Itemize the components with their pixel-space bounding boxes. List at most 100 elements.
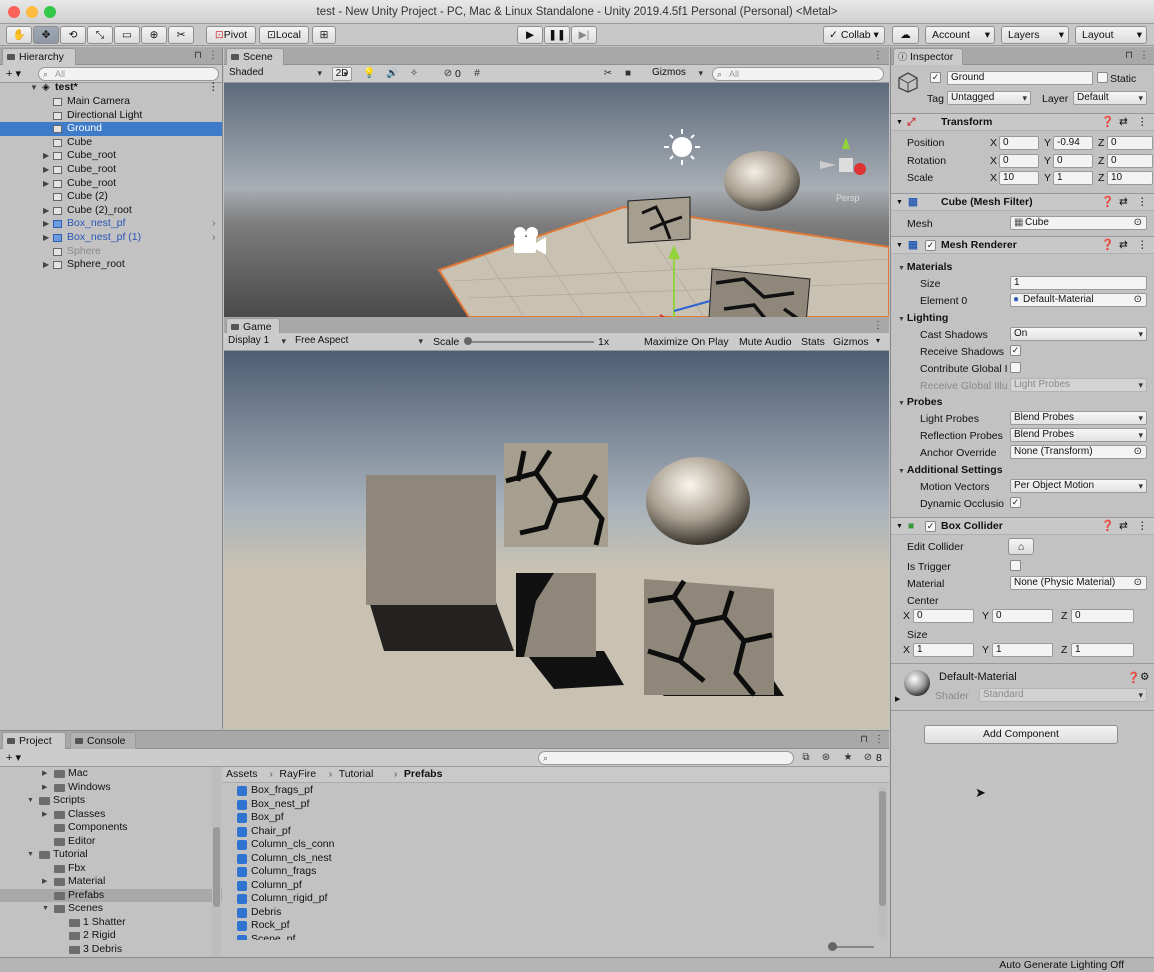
transform-tool-button[interactable]: ⊕ bbox=[141, 26, 167, 44]
position-y-field[interactable]: -0.94 bbox=[1053, 136, 1093, 150]
tree-scrollbar-thumb[interactable] bbox=[213, 827, 220, 907]
asset-item[interactable]: Box_frags_pf bbox=[222, 784, 872, 798]
folder-tree-item[interactable]: ▼ Scripts bbox=[0, 794, 222, 808]
lock-icon[interactable]: ⊓ bbox=[1123, 50, 1135, 62]
help-icon[interactable]: ❓ bbox=[1101, 194, 1114, 211]
box-collider-enabled-checkbox[interactable]: ✓ bbox=[925, 521, 936, 532]
folder-tree-item[interactable]: ▶ Material bbox=[0, 875, 222, 889]
breadcrumb-item[interactable]: RayFire bbox=[279, 768, 316, 780]
aspect-dropdown[interactable]: Free Aspect bbox=[292, 335, 426, 349]
size-y-field[interactable]: 1 bbox=[992, 643, 1053, 657]
lock-icon[interactable]: ⊓ bbox=[858, 734, 870, 746]
asset-item[interactable]: Chair_pf bbox=[222, 825, 872, 839]
cloud-button[interactable]: ☁ bbox=[892, 26, 919, 44]
asset-item[interactable]: Column_frags bbox=[222, 865, 872, 879]
expand-arrow-icon[interactable]: ▶ bbox=[43, 231, 49, 245]
help-icon[interactable]: ❓ bbox=[1101, 518, 1114, 535]
active-checkbox[interactable]: ✓ bbox=[930, 72, 941, 83]
folder-tree-item[interactable]: 2 Rigid bbox=[0, 929, 222, 943]
lock-icon[interactable]: ⊓ bbox=[192, 50, 204, 62]
more-options-icon[interactable]: ⋮ bbox=[208, 81, 219, 95]
expand-arrow-icon[interactable]: ▶ bbox=[43, 204, 49, 218]
pause-button[interactable]: ❚❚ bbox=[544, 26, 570, 44]
asset-item[interactable]: Column_cls_conn bbox=[222, 838, 872, 852]
rotation-x-field[interactable]: 0 bbox=[999, 153, 1039, 168]
preset-icon[interactable]: ⇄ bbox=[1119, 237, 1128, 254]
lighting-foldout[interactable]: Lighting bbox=[898, 312, 948, 324]
mesh-filter-header[interactable]: ▼ ▦ Cube (Mesh Filter) ❓ ⇄ ⋮ bbox=[891, 193, 1154, 211]
expand-arrow-icon[interactable]: ▶ bbox=[43, 258, 49, 272]
project-search-input[interactable]: ⌕ bbox=[538, 751, 794, 765]
display-dropdown[interactable]: Display 1 bbox=[225, 335, 289, 349]
edit-collider-button[interactable]: ⌂ bbox=[1008, 538, 1034, 555]
hierarchy-item[interactable]: Ground bbox=[0, 122, 222, 136]
account-dropdown[interactable]: Account ▾ bbox=[925, 26, 995, 44]
asset-item[interactable]: Rock_pf bbox=[222, 919, 872, 933]
preset-icon[interactable]: ⇄ bbox=[1119, 518, 1128, 535]
folder-tree-item[interactable]: 1 Shatter bbox=[0, 916, 222, 930]
effects-icon[interactable]: ✧ bbox=[408, 68, 420, 80]
mute-audio-toggle[interactable]: Mute Audio bbox=[739, 336, 792, 348]
pivot-toggle[interactable]: ⊡Pivot bbox=[206, 26, 256, 44]
gear-icon[interactable]: ⚙ bbox=[1140, 671, 1149, 683]
layout-dropdown[interactable]: Layout ▾ bbox=[1075, 26, 1147, 44]
rect-tool-button[interactable]: ▭ bbox=[114, 26, 140, 44]
expand-arrow-icon[interactable]: ▶ bbox=[42, 875, 47, 889]
rotate-tool-button[interactable]: ⟲ bbox=[60, 26, 86, 44]
grid-snap-button[interactable]: ⊞ bbox=[312, 26, 336, 44]
expand-arrow-icon[interactable]: ▼ bbox=[30, 81, 38, 95]
dropdown-arrow-icon[interactable]: ▾ bbox=[876, 336, 880, 345]
collider-material-field[interactable]: None (Physic Material) ⊙ bbox=[1010, 576, 1147, 590]
hierarchy-item[interactable]: ▶ Cube (2)_root bbox=[0, 204, 222, 218]
static-checkbox[interactable] bbox=[1097, 72, 1108, 83]
object-picker-icon[interactable]: ⊙ bbox=[1134, 217, 1142, 229]
shading-mode-dropdown[interactable]: Shaded bbox=[226, 67, 325, 81]
asset-item[interactable]: Column_rigid_pf bbox=[222, 892, 872, 906]
mesh-object-field[interactable]: ▦ Cube ⊙ bbox=[1010, 216, 1147, 230]
object-picker-icon[interactable]: ⊙ bbox=[1134, 294, 1142, 306]
visibility-icon[interactable]: ⊘ bbox=[442, 68, 454, 80]
receive-shadows-checkbox[interactable]: ✓ bbox=[1010, 345, 1021, 356]
step-button[interactable]: ▶| bbox=[571, 26, 597, 44]
expand-arrow-icon[interactable]: ▶ bbox=[43, 217, 49, 231]
close-window-button[interactable] bbox=[8, 6, 20, 18]
expand-arrow-icon[interactable]: ▶ bbox=[43, 163, 49, 177]
chevron-right-icon[interactable]: › bbox=[212, 231, 216, 245]
mesh-renderer-header[interactable]: ▼ ▦ ✓ Mesh Renderer ❓ ⇄ ⋮ bbox=[891, 236, 1154, 254]
object-picker-icon[interactable]: ⊙ bbox=[1134, 446, 1142, 458]
play-button[interactable]: ▶ bbox=[517, 26, 543, 44]
more-options-icon[interactable]: ⋮ bbox=[873, 734, 885, 746]
asset-item[interactable]: Box_nest_pf bbox=[222, 798, 872, 812]
tab-scene[interactable]: Scene bbox=[226, 48, 284, 65]
light-probes-dropdown[interactable]: Blend Probes bbox=[1010, 411, 1147, 425]
asset-item[interactable]: Scene_pf bbox=[222, 933, 872, 940]
more-options-icon[interactable]: ⋮ bbox=[207, 50, 219, 62]
preset-icon[interactable]: ⇄ bbox=[1119, 194, 1128, 211]
folder-tree-item[interactable]: ▼ Scenes bbox=[0, 902, 222, 916]
object-name-field[interactable]: Ground bbox=[947, 71, 1093, 85]
materials-size-field[interactable]: 1 bbox=[1010, 276, 1147, 290]
asset-item[interactable]: Column_cls_nest bbox=[222, 852, 872, 866]
asset-scrollbar-thumb[interactable] bbox=[879, 791, 886, 906]
more-options-icon[interactable]: ⋮ bbox=[872, 50, 884, 62]
game-viewport[interactable] bbox=[224, 351, 889, 729]
shader-dropdown[interactable]: Standard bbox=[979, 688, 1147, 702]
element0-object-field[interactable]: ● Default-Material ⊙ bbox=[1010, 293, 1147, 307]
tab-console[interactable]: Console bbox=[70, 732, 136, 749]
scene-search-input[interactable]: ⌕ All bbox=[712, 67, 884, 81]
help-icon[interactable]: ❓ bbox=[1101, 237, 1114, 254]
hierarchy-item[interactable]: Cube (2) bbox=[0, 190, 222, 204]
folder-tree-item[interactable]: Fbx bbox=[0, 862, 222, 876]
scale-tool-button[interactable]: ⤡ bbox=[87, 26, 113, 44]
game-cube-cracked-top[interactable] bbox=[504, 443, 608, 547]
scale-x-field[interactable]: 10 bbox=[999, 171, 1039, 185]
mesh-renderer-enabled-checkbox[interactable]: ✓ bbox=[925, 240, 936, 251]
tab-inspector[interactable]: ⓘ Inspector bbox=[893, 48, 963, 65]
asset-item[interactable]: Box_pf bbox=[222, 811, 872, 825]
search-by-type-icon[interactable]: ⧉ bbox=[800, 752, 812, 764]
more-options-icon[interactable]: ⋮ bbox=[1137, 194, 1148, 211]
anchor-override-field[interactable]: None (Transform) ⊙ bbox=[1010, 445, 1147, 459]
hierarchy-item[interactable]: ▶ Sphere_root bbox=[0, 258, 222, 272]
favorite-icon[interactable]: ★ bbox=[842, 752, 854, 764]
folder-tree-item[interactable]: Components bbox=[0, 821, 222, 835]
